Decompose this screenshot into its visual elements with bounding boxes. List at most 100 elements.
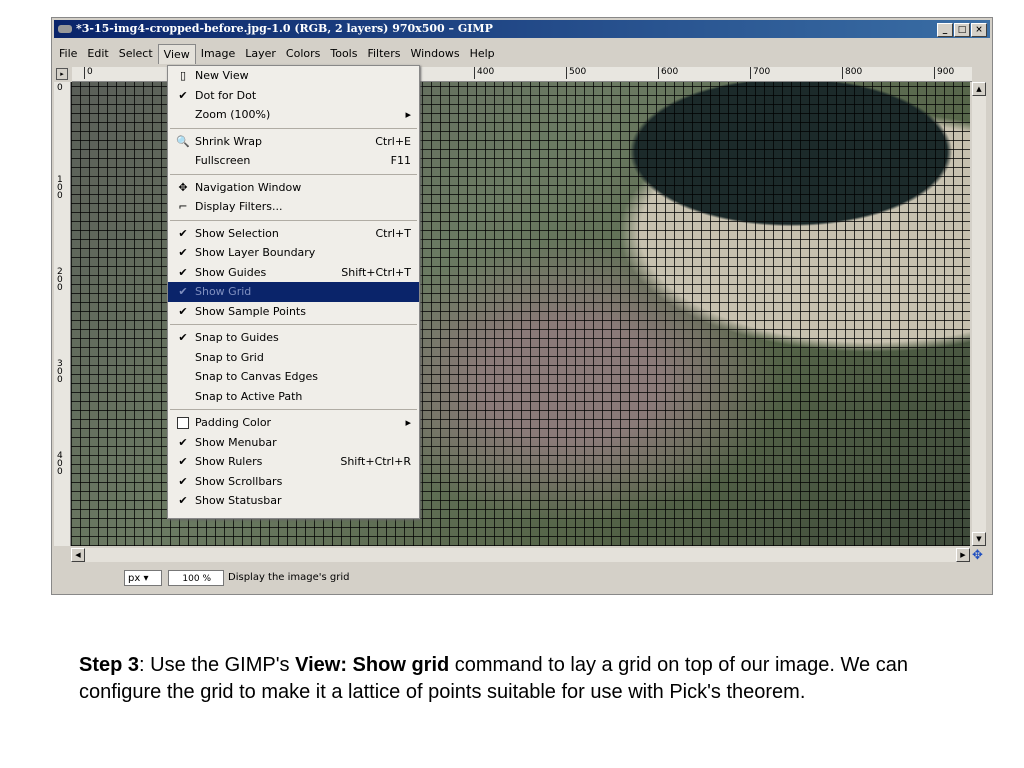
- page-icon: ▯: [179, 69, 187, 82]
- menu-select[interactable]: Select: [114, 44, 158, 64]
- menu-item-label: Show Rulers: [195, 455, 263, 468]
- ruler-h-label: 500: [566, 67, 586, 79]
- menu-item-show-statusbar[interactable]: ✔ Show Statusbar: [168, 491, 419, 511]
- ruler-h-label: 600: [658, 67, 678, 79]
- minimize-button[interactable]: _: [937, 23, 953, 37]
- menu-item-label: Show Sample Points: [195, 304, 306, 318]
- check-icon: ✔: [178, 226, 188, 240]
- menu-item-show-sample-points[interactable]: ✔ Show Sample Points: [168, 302, 419, 322]
- ruler-h-label: 0: [84, 67, 93, 79]
- shortcut-label: Ctrl+E: [375, 134, 411, 148]
- scroll-left-icon[interactable]: ◀: [71, 548, 85, 562]
- ruler-h-label: 900: [934, 67, 954, 79]
- close-button[interactable]: ×: [971, 23, 987, 37]
- menu-item-label: Padding Color: [195, 416, 272, 429]
- menu-separator: [170, 219, 417, 221]
- scroll-up-icon[interactable]: ▲: [972, 82, 986, 96]
- menu-separator: [170, 173, 417, 175]
- menu-item-dot-for-dot[interactable]: ✔ Dot for Dot: [168, 86, 419, 106]
- maximize-button[interactable]: □: [954, 23, 970, 37]
- menu-layer[interactable]: Layer: [240, 44, 281, 64]
- menu-item-show-menubar[interactable]: ✔ Show Menubar: [168, 433, 419, 453]
- caption: Step 3: Use the GIMP's View: Show grid c…: [79, 652, 959, 706]
- scroll-right-icon[interactable]: ▶: [956, 548, 970, 562]
- menu-item-label: New View: [195, 69, 249, 82]
- color-swatch-icon: [176, 413, 190, 433]
- menu-tools[interactable]: Tools: [325, 44, 362, 64]
- menu-item-label: Fullscreen: [195, 154, 251, 167]
- ruler-v-label: 100: [57, 175, 63, 201]
- check-icon: ✔: [178, 455, 188, 468]
- zoom-select[interactable]: 100 %: [168, 570, 224, 586]
- menu-item-label: Zoom (100%): [195, 108, 271, 121]
- menu-separator: [170, 127, 417, 129]
- menu-item-label: Navigation Window: [195, 180, 302, 194]
- menu-item-label: Snap to Canvas Edges: [195, 370, 318, 383]
- vertical-scrollbar[interactable]: ▲ ▼: [972, 82, 986, 546]
- ruler-h-label: 400: [474, 67, 494, 79]
- check-icon: ✔: [178, 494, 188, 507]
- status-message: Display the image's grid: [228, 572, 350, 583]
- ruler-v-label: 200: [57, 267, 63, 293]
- quick-mask-icon[interactable]: ▸: [56, 68, 68, 80]
- menu-item-label: Snap to Guides: [195, 331, 279, 344]
- menu-item-display-filters[interactable]: ⌐ Display Filters...: [168, 197, 419, 217]
- submenu-arrow-icon: ▸: [405, 108, 411, 121]
- menu-item-show-scrollbars[interactable]: ✔ Show Scrollbars: [168, 472, 419, 492]
- menu-item-label: Snap to Grid: [195, 350, 264, 364]
- menu-item-padding-color[interactable]: Padding Color ▸: [168, 413, 419, 433]
- caption-step: Step 3: [79, 654, 140, 676]
- check-icon: ✔: [178, 435, 188, 449]
- menu-icon: ✥: [178, 180, 188, 194]
- menu-item-label: Show Guides: [195, 265, 267, 279]
- menu-item-label: Show Scrollbars: [195, 474, 283, 488]
- menu-windows[interactable]: Windows: [405, 44, 464, 64]
- view-menu: ▯ New View ✔ Dot for Dot Zoom (100%) ▸ 🔍 Shrink…: [167, 65, 420, 519]
- menu-help[interactable]: Help: [465, 44, 500, 64]
- menu-item-show-layer-boundary[interactable]: ✔ Show Layer Boundary: [168, 243, 419, 263]
- ruler-v-label: 300: [57, 359, 63, 385]
- menu-item-fullscreen[interactable]: Fullscreen F11: [168, 151, 419, 171]
- menu-item-label: Show Grid: [195, 285, 252, 298]
- menu-item-show-rulers[interactable]: ✔ Show Rulers Shift+Ctrl+R: [168, 452, 419, 472]
- menu-separator: [170, 409, 417, 410]
- menu-item-show-guides[interactable]: ✔ Show Guides Shift+Ctrl+T: [168, 263, 419, 283]
- statusbar: px ▾ 100 % Display the image's grid: [54, 566, 990, 590]
- check-icon: ✔: [178, 88, 188, 102]
- title-bar: *3-15-img4-cropped-before.jpg-1.0 (RGB, …: [54, 20, 990, 38]
- menu-file[interactable]: File: [54, 44, 82, 64]
- menu-item-label: Show Layer Boundary: [195, 246, 316, 259]
- check-icon: ✔: [178, 265, 188, 279]
- menu-item-navigation-window[interactable]: ✥ Navigation Window: [168, 178, 419, 198]
- menu-item-show-grid[interactable]: ✔ Show Grid: [168, 282, 419, 302]
- menu-item-snap-to-active-path[interactable]: Snap to Active Path: [168, 387, 419, 407]
- menu-view[interactable]: View: [157, 44, 196, 64]
- menu-filters[interactable]: Filters: [362, 44, 405, 64]
- caption-command: View: Show grid: [295, 654, 450, 676]
- menu-image[interactable]: Image: [196, 44, 240, 64]
- menu-item-snap-to-grid[interactable]: Snap to Grid: [168, 348, 419, 368]
- check-icon: ✔: [178, 474, 188, 488]
- horizontal-scrollbar[interactable]: ◀ ▶: [71, 548, 970, 562]
- check-icon: ✔: [178, 331, 188, 344]
- scroll-down-icon[interactable]: ▼: [972, 532, 986, 546]
- menu-item-shrink-wrap[interactable]: 🔍 Shrink Wrap Ctrl+E: [168, 132, 419, 152]
- zoom-value: 100 %: [182, 574, 211, 584]
- ruler-v-label: 0: [57, 83, 63, 93]
- menu-colors[interactable]: Colors: [281, 44, 325, 64]
- menu-item-new-view[interactable]: ▯ New View: [168, 66, 419, 86]
- menu-item-label: Snap to Active Path: [195, 389, 303, 403]
- navigate-icon[interactable]: ✥: [972, 548, 983, 563]
- vertical-ruler[interactable]: 0 100 200 300 400: [54, 82, 71, 546]
- menu-item-snap-to-canvas-edges[interactable]: Snap to Canvas Edges: [168, 367, 419, 387]
- menu-item-snap-to-guides[interactable]: ✔ Snap to Guides: [168, 328, 419, 348]
- shortcut-label: Shift+Ctrl+R: [340, 455, 411, 468]
- unit-select[interactable]: px ▾: [124, 570, 162, 586]
- gimp-icon: [58, 25, 72, 33]
- menu-edit[interactable]: Edit: [82, 44, 113, 64]
- shortcut-label: Shift+Ctrl+T: [341, 265, 411, 279]
- menu-item-zoom-100[interactable]: Zoom (100%) ▸: [168, 105, 419, 125]
- menu-item-show-selection[interactable]: ✔ Show Selection Ctrl+T: [168, 224, 419, 244]
- check-icon: ✔: [178, 285, 188, 298]
- menu-icon: 🔍: [176, 134, 190, 148]
